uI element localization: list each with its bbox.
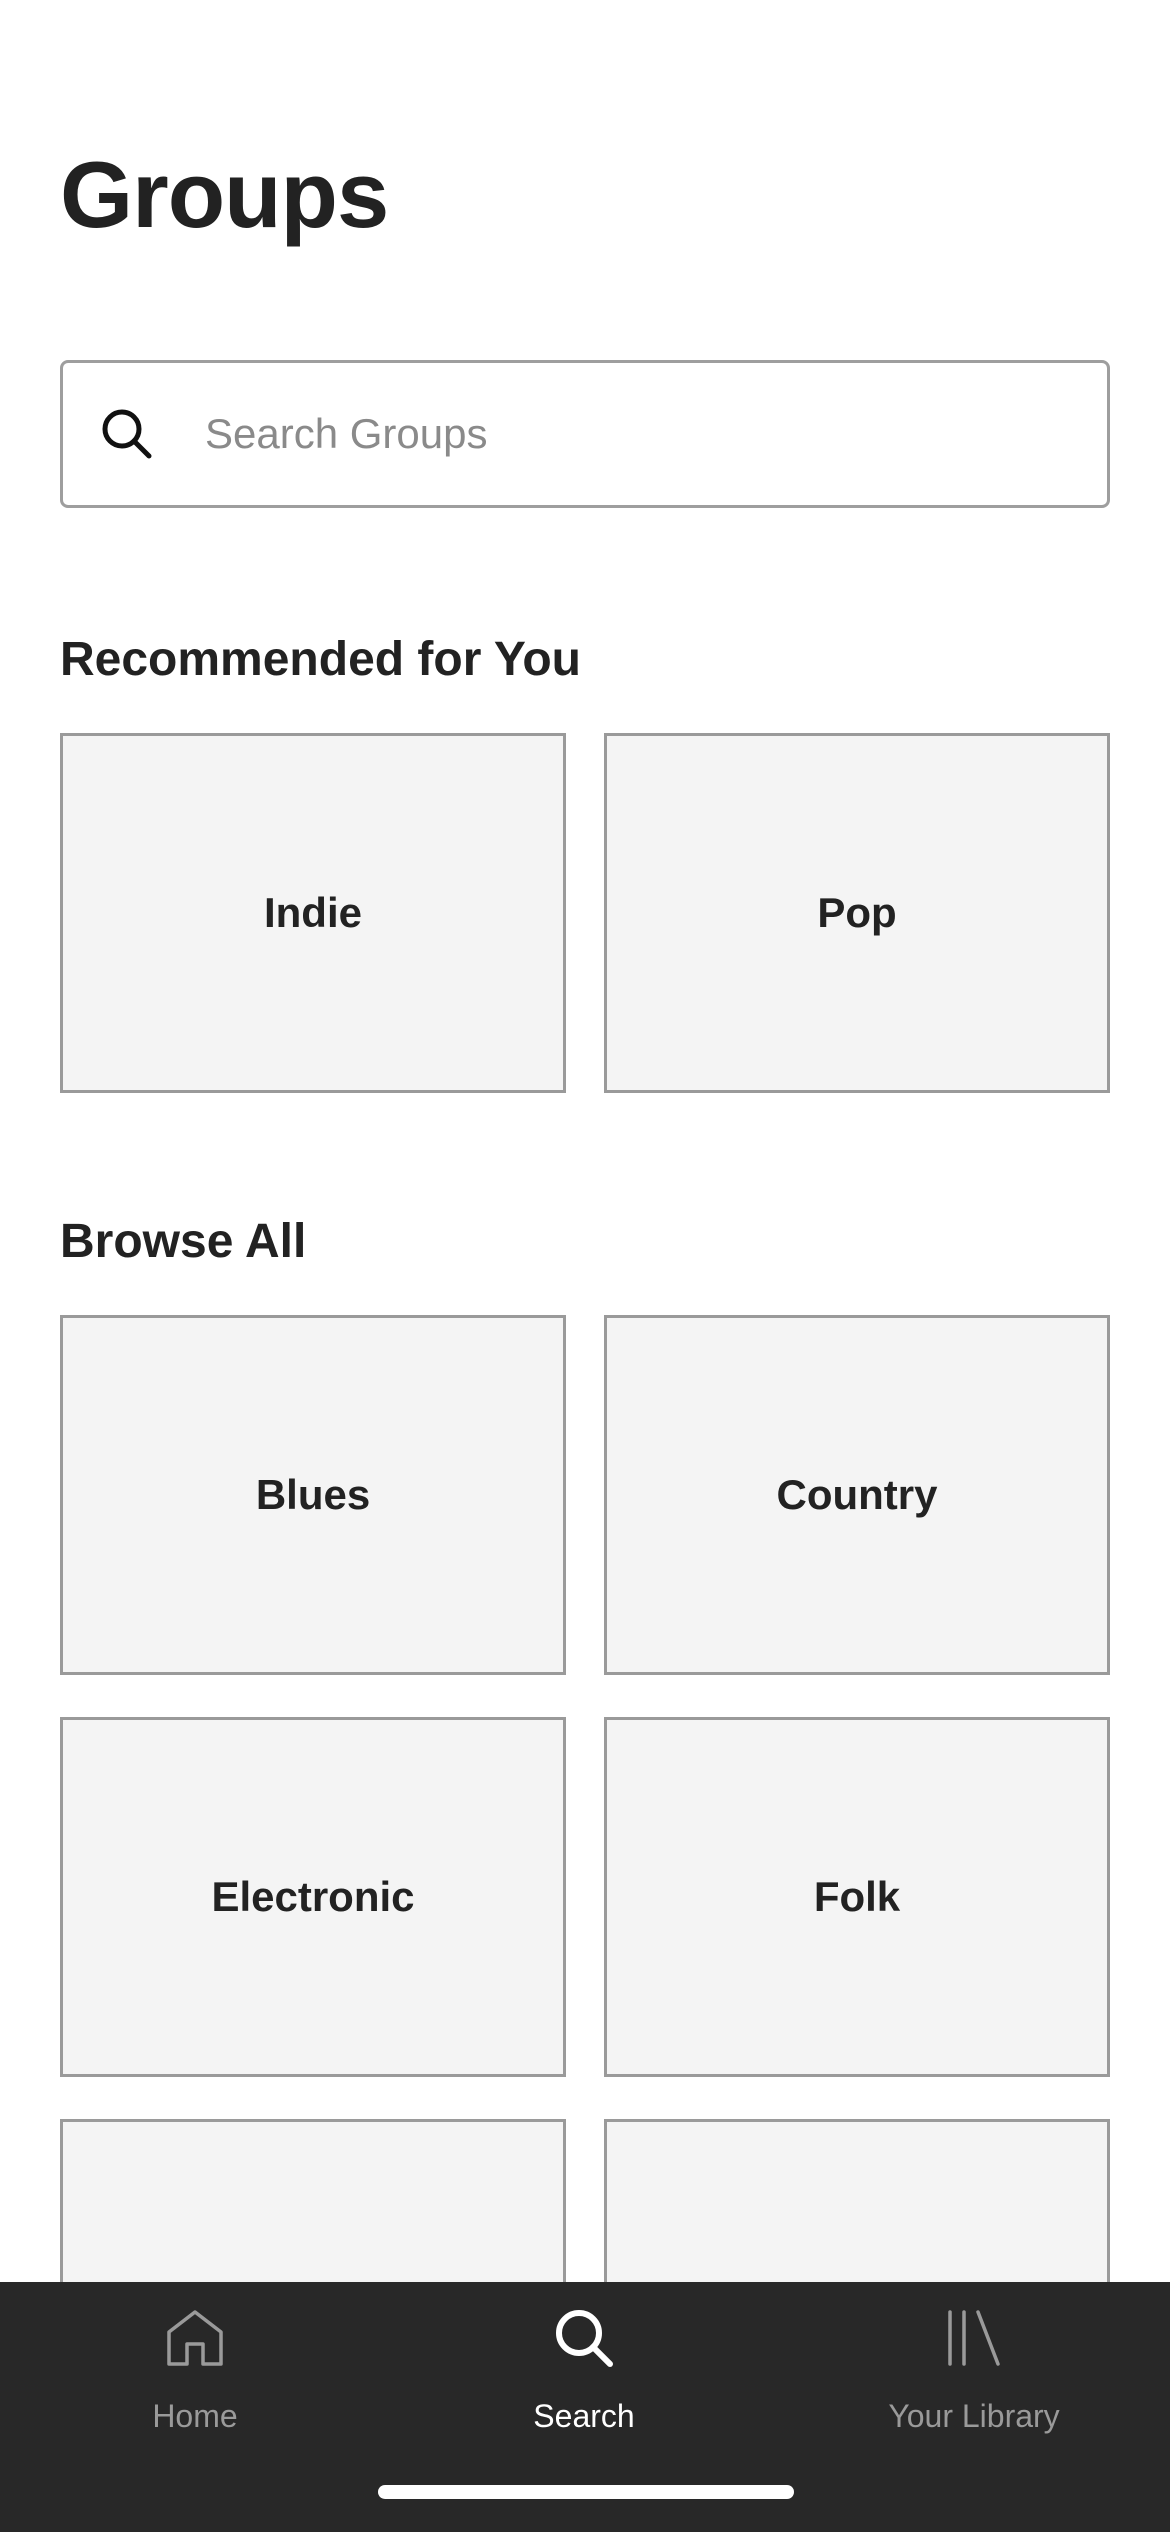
- tab-your-library[interactable]: Your Library: [824, 2302, 1124, 2462]
- tab-label: Search: [533, 2398, 635, 2434]
- tab-home[interactable]: Home: [45, 2302, 345, 2462]
- recommended-grid: Indie Pop: [60, 733, 1110, 1093]
- group-tile-label: Folk: [813, 1873, 901, 1920]
- tab-search[interactable]: Search: [434, 2302, 734, 2462]
- browse-section-title: Browse All: [60, 1215, 307, 1268]
- group-tile-blues[interactable]: Blues: [60, 1315, 566, 1675]
- home-indicator: [378, 2485, 794, 2499]
- group-tile-folk[interactable]: Folk: [604, 1717, 1110, 2077]
- group-tile-label: Country: [776, 1471, 938, 1518]
- home-icon: [159, 2302, 231, 2374]
- bottom-tab-bar: Home Search Your Library: [0, 2282, 1170, 2532]
- group-tile-pop[interactable]: Pop: [604, 733, 1110, 1093]
- groups-screen: Groups Recommended for You Indie Pop Bro…: [0, 0, 1170, 2532]
- group-tile-label: Indie: [263, 889, 362, 936]
- page-title: Groups: [60, 142, 389, 247]
- library-icon: [938, 2302, 1010, 2374]
- search-bar[interactable]: [60, 360, 1110, 508]
- search-icon: [548, 2302, 620, 2374]
- group-tile-electronic[interactable]: Electronic: [60, 1717, 566, 2077]
- search-input[interactable]: [203, 393, 1067, 475]
- group-tile-country[interactable]: Country: [604, 1315, 1110, 1675]
- group-tile-indie[interactable]: Indie: [60, 733, 566, 1093]
- recommended-section-title: Recommended for You: [60, 633, 581, 686]
- tab-label: Your Library: [888, 2398, 1060, 2434]
- search-icon: [99, 406, 155, 462]
- group-tile-label: Blues: [255, 1471, 371, 1518]
- group-tile-label: Pop: [817, 889, 897, 936]
- tab-label: Home: [152, 2398, 238, 2434]
- group-tile-label: Electronic: [211, 1873, 415, 1920]
